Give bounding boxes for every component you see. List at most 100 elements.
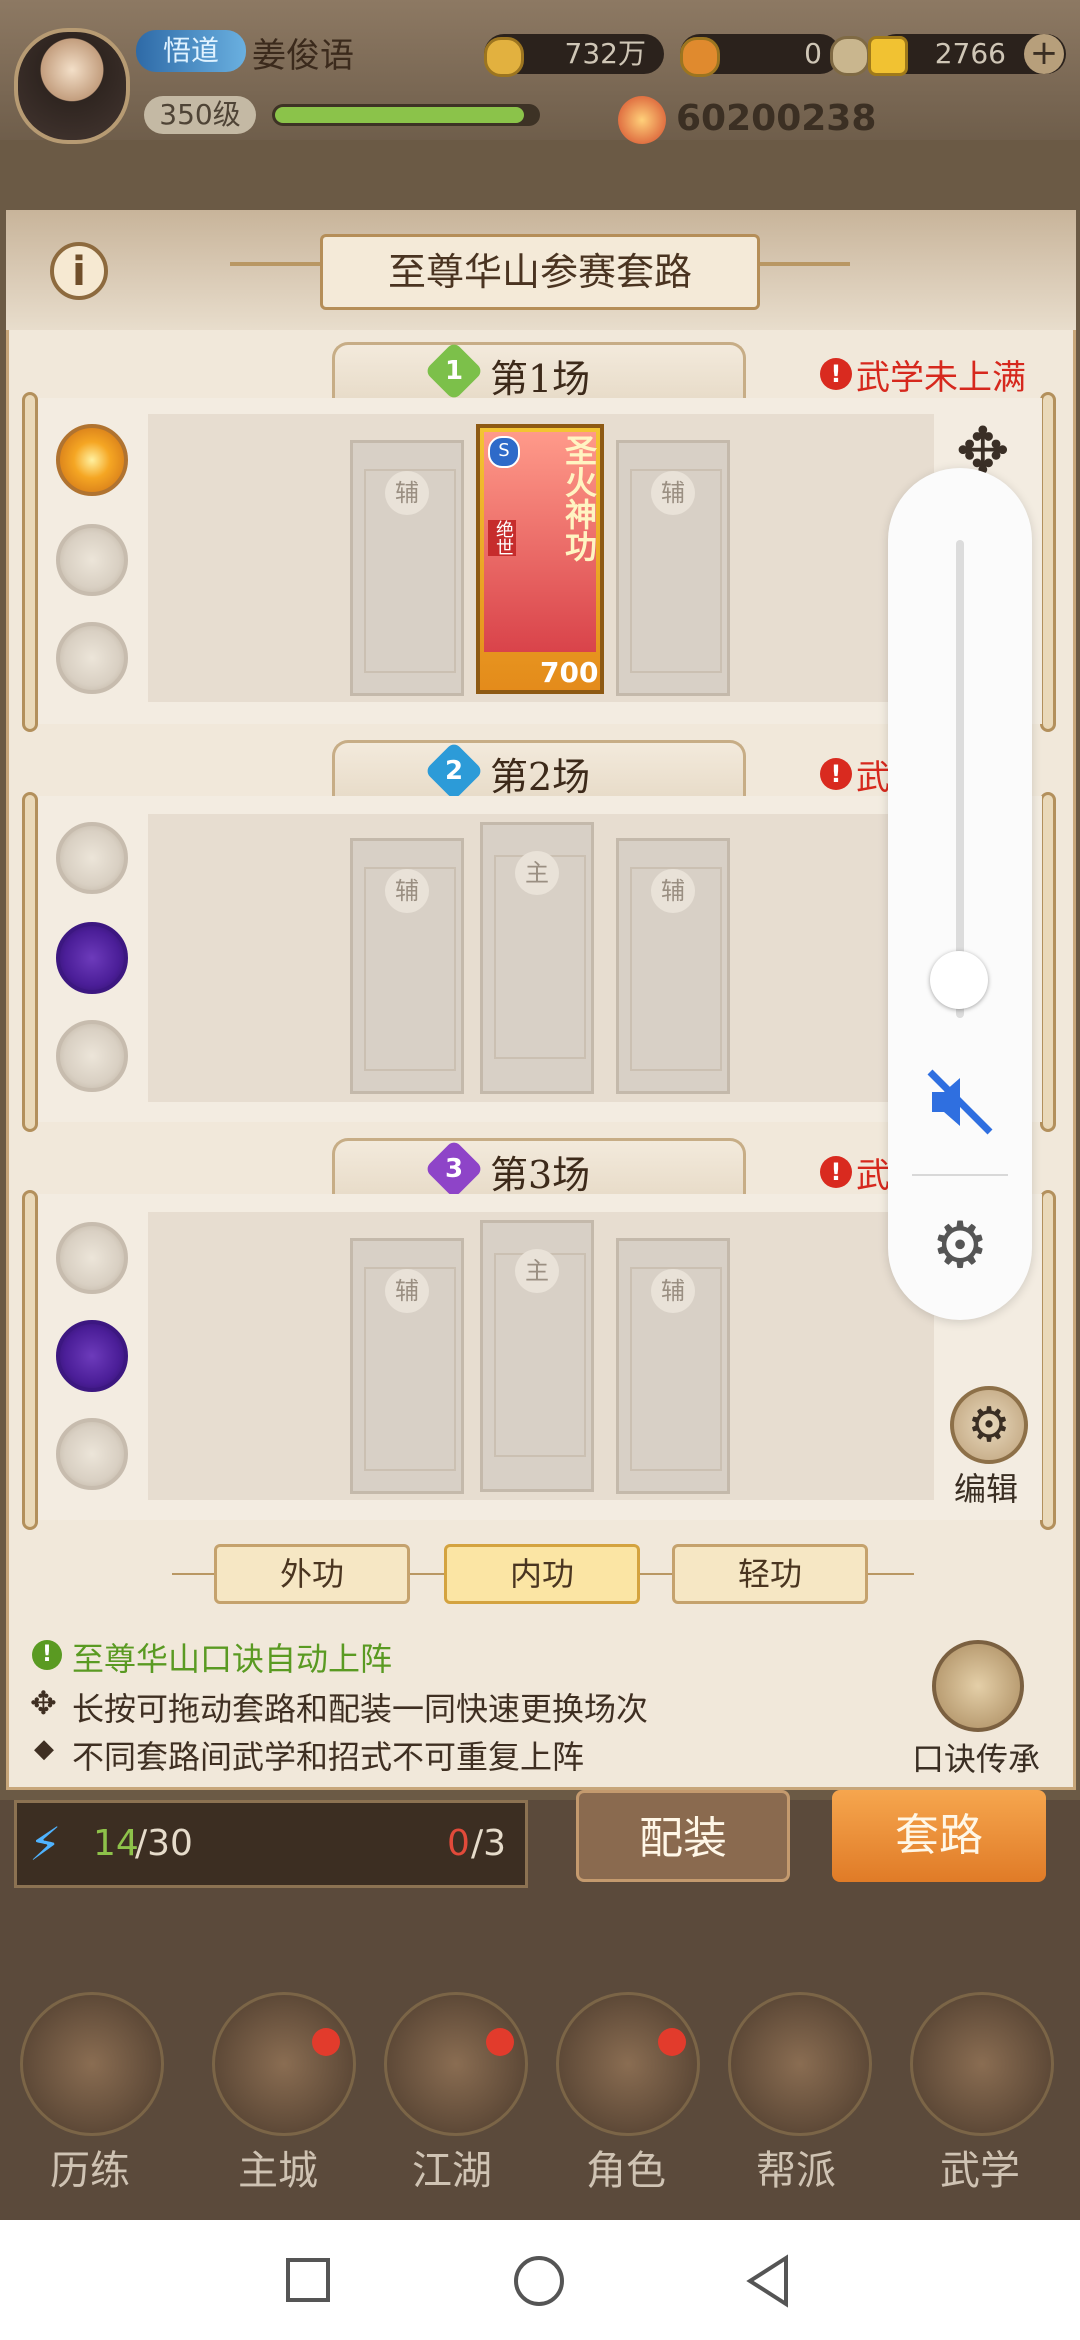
sun-orb-icon[interactable]: [56, 1222, 128, 1294]
moon-orb-icon[interactable]: [56, 524, 128, 596]
moon-orb-icon[interactable]: [56, 1320, 128, 1392]
round-2-title: 第2场: [490, 755, 591, 799]
sun-orb-icon[interactable]: [56, 822, 128, 894]
round-1-scroll-right: [1040, 392, 1056, 732]
xp-bar: [272, 104, 540, 126]
round-1-scroll-left: [22, 392, 38, 732]
xp-bar-fill: [275, 107, 524, 123]
home-button[interactable]: [514, 2256, 564, 2306]
aux-slot-label: 辅: [651, 869, 695, 913]
aux-slot-left[interactable]: 辅: [350, 1238, 464, 1494]
move-icon: ✥: [30, 1684, 57, 1722]
nav-guild-label[interactable]: 帮派: [756, 2138, 836, 2196]
nav-training-label[interactable]: 历练: [50, 2138, 130, 2196]
round-3-number: 3: [444, 1154, 464, 1184]
moon-orb-icon[interactable]: [56, 922, 128, 994]
gold-amount: 0: [804, 37, 822, 70]
sun-orb-icon[interactable]: [56, 424, 128, 496]
aux-slot-label: 辅: [385, 869, 429, 913]
add-currency-icon[interactable]: +: [1024, 34, 1064, 74]
gold-ingot-icon: [868, 36, 908, 76]
player-level: 350级: [144, 96, 256, 134]
main-slot-label: 主: [515, 1249, 559, 1293]
aux-slot-label: 辅: [385, 471, 429, 515]
nav-character-label[interactable]: 角色: [586, 2138, 666, 2196]
edit-label[interactable]: 编辑: [954, 1464, 1018, 1510]
tab-lightness[interactable]: 轻功: [672, 1544, 868, 1604]
aux-slot-label: 辅: [651, 471, 695, 515]
nav-guild-icon[interactable]: [728, 1992, 872, 2136]
aux-slot-left[interactable]: 辅: [350, 838, 464, 1094]
city-notification-dot: [312, 2028, 340, 2056]
aux-slot-right[interactable]: 辅: [616, 440, 730, 696]
round-1-title: 第1场: [490, 357, 591, 401]
character-notification-dot: [658, 2028, 686, 2056]
tab-external[interactable]: 外功: [214, 1544, 410, 1604]
fire-gem-icon: [680, 37, 720, 77]
energy-panel: ⚡ 14 /30 0 /3: [14, 1800, 528, 1888]
round-3-scroll-right: [1040, 1190, 1056, 1530]
aux-slot-left[interactable]: 辅: [350, 440, 464, 696]
coin-amount: 732万: [564, 37, 646, 70]
round-3-scroll-left: [22, 1190, 38, 1530]
crescent-orb-icon[interactable]: [56, 622, 128, 694]
card-name: 圣火神功: [560, 434, 598, 562]
main-slot[interactable]: 主: [480, 1220, 594, 1492]
volume-slider-track[interactable]: [956, 540, 964, 1018]
coin-icon: [484, 37, 524, 77]
nav-character-icon[interactable]: [556, 1992, 700, 2136]
back-button[interactable]: [744, 2254, 792, 2308]
nav-martial-icon[interactable]: [910, 1992, 1054, 2136]
attempt-max: /3: [471, 1823, 507, 1864]
volume-slider-knob[interactable]: [930, 951, 988, 1009]
warning-icon: !: [820, 358, 852, 390]
aux-slot-right[interactable]: 辅: [616, 1238, 730, 1494]
nav-martial-label[interactable]: 武学: [940, 2138, 1020, 2196]
aux-slot-label: 辅: [385, 1269, 429, 1313]
crescent-orb-icon[interactable]: [56, 1418, 128, 1490]
routine-button[interactable]: 套路: [832, 1790, 1046, 1882]
ingot-amount: 2766: [934, 37, 1006, 70]
title-tag-badge: 悟道: [136, 30, 246, 72]
tip-info-icon: !: [32, 1640, 62, 1670]
round-3-title: 第3场: [490, 1153, 591, 1197]
round-2-scroll-left: [22, 792, 38, 1132]
tip-drag: 长按可拖动套路和配装一同快速更换场次: [72, 1690, 649, 1728]
round-2-number: 2: [444, 756, 464, 786]
main-slot-label: 主: [515, 851, 559, 895]
card-rank-badge: 绝世: [488, 520, 516, 556]
warning-icon: !: [820, 758, 852, 790]
tab-internal[interactable]: 内功: [444, 1544, 640, 1604]
round-1-warning: 武学未上满: [856, 358, 1026, 398]
jianghu-notification-dot: [486, 2028, 514, 2056]
card-grade-icon: S: [488, 436, 520, 468]
nav-training-icon[interactable]: [20, 1992, 164, 2136]
crescent-orb-icon[interactable]: [56, 1020, 128, 1092]
recents-button[interactable]: [286, 2258, 330, 2302]
info-icon[interactable]: i: [50, 242, 108, 300]
silver-icon: [830, 36, 870, 76]
aux-slot-right[interactable]: 辅: [616, 838, 730, 1094]
nav-city-icon[interactable]: [212, 1992, 356, 2136]
card-value: 700: [540, 656, 599, 689]
sound-settings-gear-icon[interactable]: ⚙: [924, 1210, 996, 1282]
equip-button[interactable]: 配装: [576, 1790, 790, 1882]
nav-city-label[interactable]: 主城: [238, 2138, 318, 2196]
edit-gear-icon[interactable]: ⚙: [950, 1386, 1028, 1464]
nav-jianghu-label[interactable]: 江湖: [412, 2138, 492, 2196]
nav-jianghu-icon[interactable]: [384, 1992, 528, 2136]
volume-divider: [912, 1174, 1008, 1176]
scroll-inherit-icon[interactable]: [932, 1640, 1024, 1732]
attempt-count: 0: [447, 1823, 470, 1864]
mute-icon[interactable]: [922, 1064, 998, 1140]
energy-value: 14: [93, 1823, 139, 1864]
diamond-bullet-icon: ◆: [34, 1734, 54, 1764]
inherit-label[interactable]: 口诀传承: [912, 1734, 1040, 1780]
warning-icon: !: [820, 1156, 852, 1188]
energy-max: /30: [135, 1823, 193, 1864]
player-avatar[interactable]: [14, 28, 130, 144]
round-1-number: 1: [444, 356, 464, 386]
tip-auto-deploy: 至尊华山口诀自动上阵: [72, 1640, 393, 1678]
modal-title: 至尊华山参赛套路: [320, 234, 760, 310]
main-slot[interactable]: 主: [480, 822, 594, 1094]
